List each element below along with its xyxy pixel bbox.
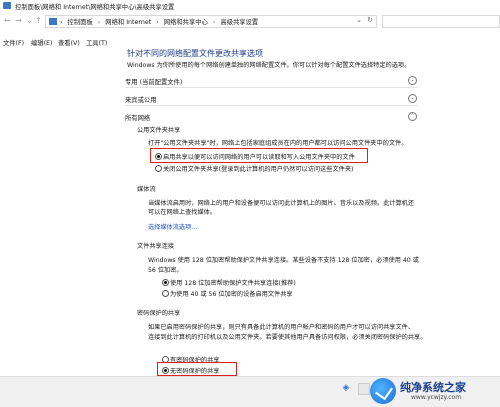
address-bar: ← → ⌄ ↑ › 控制面板 › 网络和 Internet › 网络和共享中心 … xyxy=(0,14,500,28)
watermark-logo xyxy=(370,378,396,404)
menu-tools[interactable]: 工具(T) xyxy=(86,38,107,47)
main-content: 针对不同的网络配置文件更改共享选项 Windows 为你所使用的每个网络创建单独… xyxy=(0,48,500,376)
breadcrumb-sep: › xyxy=(156,19,159,26)
password-protected-sharing-title: 密码保护的共享 xyxy=(137,310,181,317)
profile-guest-label[interactable]: 来宾或公用 xyxy=(125,95,156,104)
watermark: 纯净系统之家 www.ycwjzy.com xyxy=(370,376,498,406)
encryption-128-radio[interactable] xyxy=(162,279,169,286)
page-description: Windows 为你所使用的每个网络创建单独的网络配置文件。你可以针对每个配置文… xyxy=(127,62,411,69)
watermark-url: www.ycwjzy.com xyxy=(411,394,462,401)
chevron-down-icon[interactable]: ⌄ xyxy=(356,16,362,24)
menu-edit[interactable]: 编辑(E) xyxy=(31,38,53,47)
media-streaming-description: 可以在网络上查找媒体。 xyxy=(148,209,217,216)
forward-arrow-icon[interactable]: → xyxy=(14,16,23,25)
password-protected-sharing-description: 连接到此计算机的打印机以及公用文件夹。若要使其他用户具备访问权限，必须关闭密码保… xyxy=(148,334,427,341)
breadcrumb-item[interactable]: 网络和共享中心 xyxy=(164,19,208,26)
chevron-down-icon[interactable]: ⌄ xyxy=(408,76,417,85)
highlight-box xyxy=(157,362,237,376)
breadcrumb-sep: › xyxy=(97,19,101,26)
file-sharing-connections-description: Windows 使用 128 位加密帮助保护文件共享连接。某些设备不支持 128… xyxy=(148,257,419,264)
breadcrumb[interactable]: › 控制面板 › 网络和 Internet › 网络和共享中心 › 高级共享设置… xyxy=(45,15,377,28)
shield-icon[interactable]: ◈ xyxy=(341,383,351,393)
media-streaming-description: 当媒体流启用时，网络上的用户和设备便可以访问此计算机上的图片、音乐以及视频。此计… xyxy=(148,200,415,207)
disable-sharing-radio[interactable] xyxy=(155,165,162,172)
encryption-40-56-label[interactable]: 为使用 40 或 56 位加密的设备启用文件共享 xyxy=(170,289,293,298)
control-panel-icon xyxy=(49,18,57,25)
recent-dropdown-icon[interactable]: ⌄ xyxy=(25,16,34,25)
profile-private-label[interactable]: 专用 (当前配置文件) xyxy=(125,77,182,86)
up-arrow-icon[interactable]: ↑ xyxy=(34,16,43,25)
breadcrumb-path: › 控制面板 › 网络和 Internet › 网络和共享中心 › 高级共享设置 xyxy=(60,17,258,26)
public-folder-sharing-description: 打开"公用文件夹共享"时，网络上包括家庭组成员在内的用户都可以访问公用文件夹中的… xyxy=(148,140,408,147)
divider xyxy=(125,87,418,88)
menu-view[interactable]: 查看(V) xyxy=(58,38,80,47)
file-sharing-connections-title: 文件共享连接 xyxy=(137,243,175,250)
encryption-128-label[interactable]: 使用 128 位加密帮助保护文件共享连接(推荐) xyxy=(170,278,296,287)
search-input[interactable] xyxy=(382,15,500,28)
media-streaming-title: 媒体流 xyxy=(137,186,156,193)
divider xyxy=(125,105,418,106)
back-arrow-icon[interactable]: ← xyxy=(3,16,12,25)
profile-all-networks-label[interactable]: 所有网络 xyxy=(125,113,150,122)
refresh-icon[interactable]: ↻ xyxy=(367,16,373,24)
highlight-box xyxy=(150,148,368,163)
breadcrumb-sep: › xyxy=(212,19,216,26)
encryption-40-56-radio[interactable] xyxy=(162,290,169,297)
chevron-up-icon[interactable]: ⌃ xyxy=(408,112,417,121)
title-bar: 控制面板\网络和 Internet\网络和共享中心\高级共享设置 xyxy=(0,0,500,12)
menu-file[interactable]: 文件(F) xyxy=(3,38,24,47)
disable-sharing-label[interactable]: 关闭公用文件夹共享(登录到此计算机的用户仍然可以访问这些文件夹) xyxy=(163,164,353,173)
app-icon[interactable] xyxy=(358,383,370,395)
file-sharing-connections-description: 56 位加密。 xyxy=(148,267,183,274)
chevron-down-icon[interactable]: ⌄ xyxy=(408,94,417,103)
public-folder-sharing-title: 公用文件夹共享 xyxy=(137,127,181,134)
watermark-title: 纯净系统之家 xyxy=(400,381,466,394)
breadcrumb-item[interactable]: 控制面板 xyxy=(65,19,93,26)
breadcrumb-item[interactable]: 高级共享设置 xyxy=(220,19,258,26)
window-title: 控制面板\网络和 Internet\网络和共享中心\高级共享设置 xyxy=(15,4,175,11)
control-panel-icon xyxy=(3,2,11,9)
page-title: 针对不同的网络配置文件更改共享选项 xyxy=(127,49,263,58)
breadcrumb-sep: › xyxy=(60,19,63,26)
password-protected-sharing-description: 如果已启用密码保护的共享，则只有具备此计算机的用户帐户和密码的用户才可以访问共享… xyxy=(148,324,415,331)
breadcrumb-item[interactable]: 网络和 Internet xyxy=(105,19,151,26)
media-streaming-options-link[interactable]: 选择媒体流选项... xyxy=(148,222,197,231)
